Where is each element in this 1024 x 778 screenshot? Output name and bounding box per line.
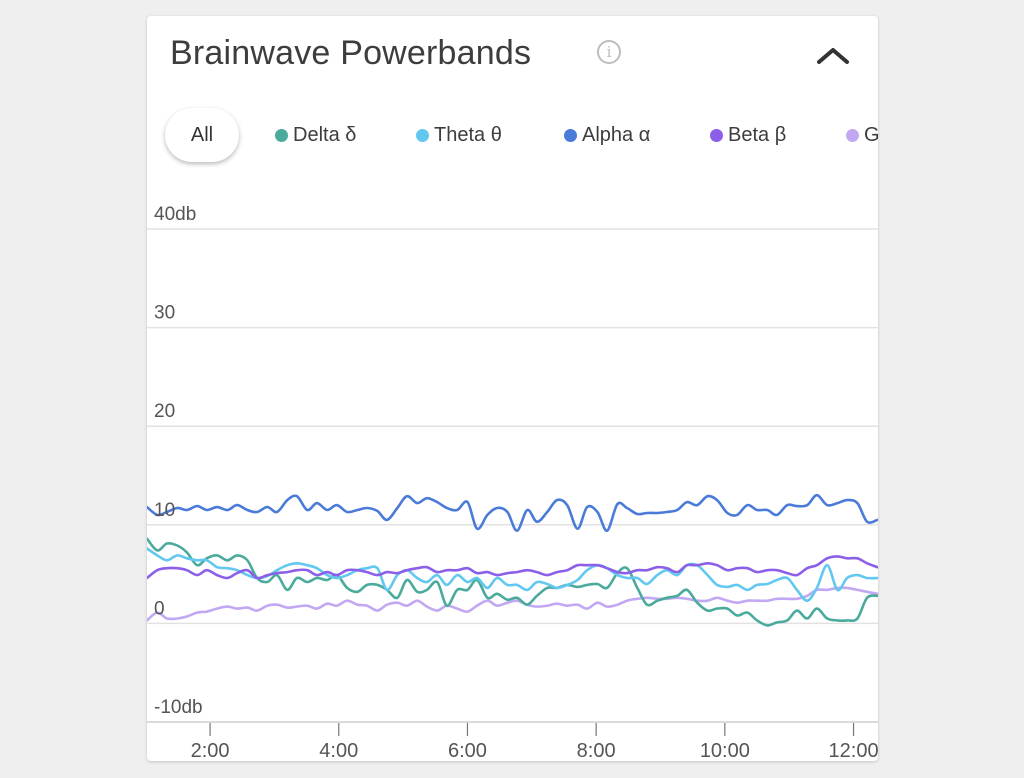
x-tick-label: 6:00 [448,740,487,761]
x-tick-label: 4:00 [319,740,358,761]
series-line-theta [147,547,878,602]
x-tick-label: 8:00 [577,740,616,761]
x-tick-label: 12:00 [829,740,878,761]
y-tick-label: 10 [154,500,175,521]
powerbands-card: Brainwave Powerbands i All Delta δ Theta… [147,16,878,761]
y-tick-label: -10db [154,697,203,718]
x-tick-label: 10:00 [700,740,750,761]
series-line-beta [147,555,878,580]
series-line-delta [147,537,878,627]
y-tick-label: 20 [154,401,175,422]
y-tick-label: 40db [154,204,196,225]
y-tick-label: 30 [154,303,175,324]
series-line-g [147,586,878,622]
powerbands-chart: 2:00 4:00 6:00 8:00 10:00 12:00 40db 30 20 10 0 -1… [147,204,878,761]
y-tick-label: 0 [154,598,165,619]
x-tick-label: 2:00 [191,740,230,761]
